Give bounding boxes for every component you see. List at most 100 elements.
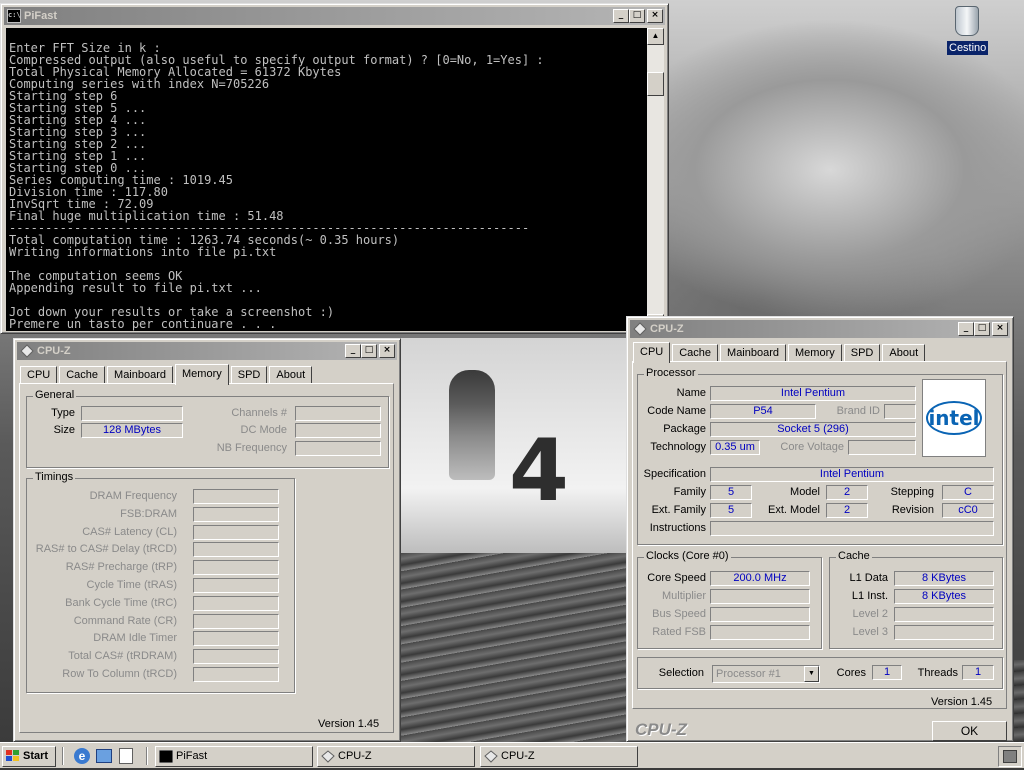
timing-label: Total CAS# (tRDRAM) bbox=[68, 650, 177, 663]
task-button-cpu-z[interactable]: CPU-Z bbox=[317, 746, 475, 767]
threads-field: 1 bbox=[962, 665, 994, 680]
minimize-button[interactable]: _ bbox=[345, 344, 361, 358]
task-button-cpu-z[interactable]: CPU-Z bbox=[480, 746, 638, 767]
taskbar-divider bbox=[146, 747, 148, 765]
tab-about[interactable]: About bbox=[882, 344, 926, 362]
ok-button[interactable]: OK bbox=[932, 721, 1007, 741]
name-label: Name bbox=[676, 387, 706, 399]
tab-cache[interactable]: Cache bbox=[59, 366, 106, 384]
model-label: Model bbox=[790, 486, 820, 498]
ext-family-field: 5 bbox=[710, 503, 752, 518]
close-button[interactable]: × bbox=[379, 344, 395, 358]
recycle-bin-shortcut[interactable]: Cestino bbox=[947, 6, 989, 55]
selection-group: Selection Processor #1 ▼ Cores 1 Threads… bbox=[637, 657, 1003, 689]
timing-label: CAS# Latency (CL) bbox=[82, 525, 177, 538]
pifast-titlebar[interactable]: c:\ PiFast _ □ × bbox=[4, 7, 665, 25]
maximize-button[interactable]: □ bbox=[629, 9, 645, 23]
l1-data-label: L1 Data bbox=[849, 572, 888, 584]
windows-logo-icon bbox=[6, 750, 20, 763]
instructions-label: Instructions bbox=[649, 522, 706, 534]
rated-fsb-label: Rated FSB bbox=[652, 626, 706, 638]
core-speed-label: Core Speed bbox=[647, 572, 706, 584]
timing-field bbox=[193, 667, 279, 682]
nb-frequency-label: NB Frequency bbox=[216, 442, 287, 454]
timing-field bbox=[193, 613, 279, 629]
scroll-up-icon[interactable]: ▲ bbox=[647, 28, 664, 45]
scroll-thumb[interactable] bbox=[647, 72, 664, 96]
specification-label: Specification bbox=[643, 468, 706, 480]
tab-spd[interactable]: SPD bbox=[230, 366, 268, 384]
cores-field: 1 bbox=[872, 665, 902, 680]
level3-label: Level 3 bbox=[852, 626, 888, 638]
minimize-button[interactable]: _ bbox=[613, 9, 629, 23]
multiplier-field bbox=[710, 589, 810, 604]
bus-speed-label: Bus Speed bbox=[652, 608, 706, 620]
close-button[interactable]: × bbox=[647, 9, 663, 23]
tab-mainboard[interactable]: Mainboard bbox=[720, 344, 787, 362]
brandid-field bbox=[884, 404, 916, 419]
timing-label: RAS# Precharge (tRP) bbox=[65, 561, 177, 574]
l1-data-field: 8 KBytes bbox=[894, 571, 994, 586]
processor-select[interactable]: Processor #1 ▼ bbox=[712, 665, 820, 683]
cpuz-icon bbox=[321, 750, 335, 763]
cpuz-icon bbox=[633, 322, 647, 336]
multiplier-label: Multiplier bbox=[661, 590, 706, 602]
tab-memory[interactable]: Memory bbox=[788, 344, 842, 362]
timing-field bbox=[193, 649, 279, 665]
task-button-pifast[interactable]: PiFast bbox=[155, 746, 313, 767]
timings-group-title: Timings bbox=[33, 471, 76, 483]
level2-field bbox=[894, 607, 994, 622]
close-button[interactable]: × bbox=[992, 322, 1008, 336]
timing-label: RAS# to CAS# Delay (tRCD) bbox=[35, 543, 177, 556]
tab-cache[interactable]: Cache bbox=[672, 344, 719, 362]
console-icon bbox=[158, 749, 174, 764]
general-group-title: General bbox=[33, 389, 77, 401]
codename-field: P54 bbox=[710, 404, 816, 419]
family-label: Family bbox=[673, 486, 706, 498]
taskbar-divider bbox=[62, 747, 64, 765]
core-voltage-field bbox=[848, 440, 916, 455]
intel-logo-text: intel bbox=[928, 406, 980, 430]
cpuz-memory-titlebar[interactable]: CPU-Z _ □ × bbox=[17, 342, 397, 360]
timing-label: Row To Column (tRCD) bbox=[62, 668, 177, 680]
tab-memory[interactable]: Memory bbox=[175, 364, 229, 385]
timing-field bbox=[193, 506, 279, 522]
core-speed-field: 200.0 MHz bbox=[710, 571, 810, 586]
start-button[interactable]: Start bbox=[2, 746, 56, 767]
notepad-icon[interactable] bbox=[119, 748, 133, 764]
tab-about[interactable]: About bbox=[269, 366, 313, 384]
clocks-group-title: Clocks (Core #0) bbox=[644, 550, 731, 562]
internet-explorer-icon[interactable]: e bbox=[74, 748, 90, 764]
memory-tab-panel: General Type Size 128 MBytes Channels # … bbox=[19, 383, 394, 733]
tab-cpu[interactable]: CPU bbox=[20, 366, 58, 384]
timing-field bbox=[193, 595, 279, 611]
task-button-label: CPU-Z bbox=[501, 750, 535, 762]
stepping-field: C bbox=[942, 485, 994, 500]
outlook-express-icon[interactable] bbox=[96, 749, 112, 763]
cpuz-memory-tabs: CPU Cache Mainboard Memory SPD About bbox=[20, 363, 314, 385]
console-output[interactable]: Enter FFT Size in k : Compressed output (… bbox=[6, 28, 647, 331]
wallpaper-car-number: 4 bbox=[509, 421, 569, 521]
chevron-down-icon[interactable]: ▼ bbox=[804, 666, 819, 682]
level2-label: Level 2 bbox=[852, 608, 888, 620]
cache-group: Cache L1 Data 8 KBytes L1 Inst. 8 KBytes… bbox=[829, 550, 1003, 649]
printer-icon[interactable] bbox=[1003, 750, 1017, 763]
console-scrollbar[interactable]: ▲ ▼ bbox=[647, 28, 664, 331]
maximize-button[interactable]: □ bbox=[361, 344, 377, 358]
cores-label: Cores bbox=[836, 667, 866, 679]
tab-cpu[interactable]: CPU bbox=[633, 342, 671, 363]
maximize-button[interactable]: □ bbox=[974, 322, 990, 336]
task-button-label: CPU-Z bbox=[338, 750, 372, 762]
console-icon: c:\ bbox=[7, 9, 21, 23]
timing-label: Command Rate (CR) bbox=[73, 614, 177, 627]
system-tray bbox=[998, 746, 1022, 767]
minimize-button[interactable]: _ bbox=[958, 322, 974, 336]
tab-mainboard[interactable]: Mainboard bbox=[107, 366, 174, 384]
cpuz-cpu-titlebar[interactable]: CPU-Z _ □ × bbox=[630, 320, 1010, 338]
wallpaper-photo: 4 bbox=[401, 338, 627, 553]
bus-speed-field bbox=[710, 607, 810, 622]
timing-field bbox=[193, 542, 279, 558]
tab-spd[interactable]: SPD bbox=[843, 344, 881, 362]
dc-mode-label: DC Mode bbox=[240, 424, 287, 436]
channels-field bbox=[295, 406, 381, 421]
